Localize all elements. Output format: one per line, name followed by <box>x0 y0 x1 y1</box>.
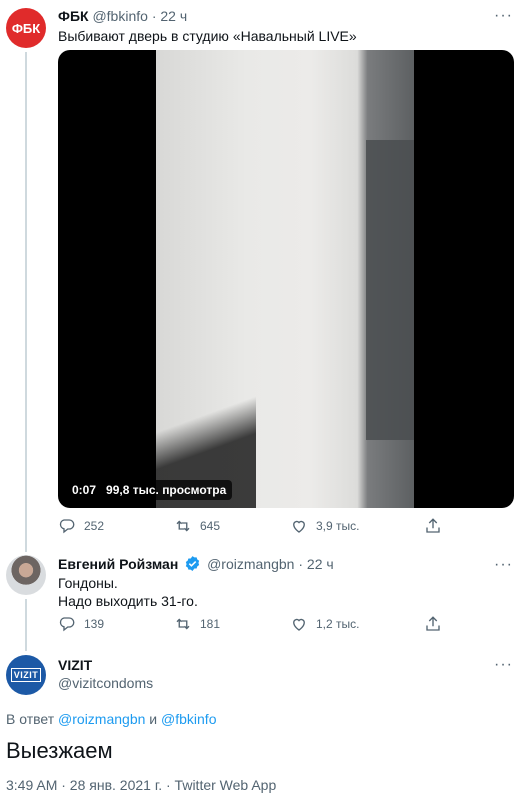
vizit-avatar-text: VIZIT <box>10 668 42 682</box>
reply-and: и <box>149 711 158 727</box>
reply-count: 252 <box>84 519 105 533</box>
video-player[interactable]: 0:07 99,8 тыс. просмотра <box>58 50 514 508</box>
reply-prefix: В ответ <box>6 711 55 727</box>
thread-line <box>25 599 27 651</box>
like-count: 3,9 тыс. <box>316 519 360 533</box>
author-handle[interactable]: @roizmangbn <box>207 556 294 572</box>
thread-line <box>25 52 27 552</box>
video-info-badge: 0:07 99,8 тыс. просмотра <box>66 480 233 500</box>
share-button[interactable] <box>424 615 450 633</box>
fbk-avatar-text: ФБК <box>11 20 41 36</box>
retweet-button[interactable]: 645 <box>174 517 220 535</box>
tweet-roizman[interactable]: Евгений Ройзман @roizmangbn · 22 ч ··· Г… <box>0 545 526 651</box>
retweet-count: 645 <box>200 519 221 533</box>
retweet-button[interactable]: 181 <box>174 615 220 633</box>
roizman-avatar[interactable] <box>6 555 46 595</box>
main-tweet-text: Выезжаем <box>6 738 113 763</box>
like-count: 1,2 тыс. <box>316 617 360 631</box>
more-icon[interactable]: ··· <box>494 8 513 24</box>
reply-icon <box>59 617 75 632</box>
author-handle[interactable]: @vizitcondoms <box>58 675 153 691</box>
author-name[interactable]: ФБК <box>58 8 89 24</box>
reply-button[interactable]: 139 <box>58 615 104 633</box>
tweet-time[interactable]: 22 ч <box>160 8 187 24</box>
separator: · <box>298 556 304 572</box>
tweet-text-line2: Надо выходить 31-го. <box>58 593 198 609</box>
reply-icon <box>59 519 75 534</box>
fbk-avatar[interactable]: ФБК <box>6 8 46 48</box>
author-name[interactable]: Евгений Ройзман <box>58 556 178 572</box>
more-icon[interactable]: ··· <box>494 557 513 573</box>
tweet-text-line1: Гондоны. <box>58 575 118 591</box>
tweet-text: Выбивают дверь в студию «Навальный LIVE» <box>58 28 357 44</box>
share-icon <box>426 518 440 533</box>
tweet-actions: 252 645 3,9 тыс. <box>58 517 458 537</box>
video-views: 99,8 тыс. просмотра <box>106 483 227 497</box>
author-name[interactable]: VIZIT <box>58 657 92 673</box>
video-duration: 0:07 <box>72 483 97 497</box>
tweet-meta[interactable]: 3:49 AM · 28 янв. 2021 г. · Twitter Web … <box>6 777 276 793</box>
reply-count: 139 <box>84 617 105 631</box>
more-icon[interactable]: ··· <box>494 657 513 673</box>
author-handle[interactable]: @fbkinfo <box>92 8 147 24</box>
heart-icon <box>293 618 305 631</box>
reply-user-link[interactable]: @fbkinfo <box>161 711 216 727</box>
tweet-actions: 139 181 1,2 тыс. <box>58 615 458 635</box>
retweet-icon <box>176 520 190 532</box>
share-button[interactable] <box>424 517 450 535</box>
vizit-avatar[interactable]: VIZIT <box>6 655 46 695</box>
tweet-time[interactable]: 22 ч <box>307 556 334 572</box>
like-button[interactable]: 3,9 тыс. <box>290 517 359 535</box>
heart-icon <box>293 520 305 533</box>
reply-user-link[interactable]: @roizmangbn <box>58 711 145 727</box>
separator: · <box>151 8 157 24</box>
reply-button[interactable]: 252 <box>58 517 104 535</box>
tweet-fbk[interactable]: ФБК ФБК @fbkinfo · 22 ч ··· Выбивают две… <box>0 0 526 552</box>
retweet-count: 181 <box>200 617 221 631</box>
share-icon <box>426 616 440 631</box>
verified-badge-icon <box>186 556 200 571</box>
reply-context: В ответ @roizmangbn и @fbkinfo <box>6 711 216 727</box>
video-frame <box>156 50 414 508</box>
retweet-icon <box>176 618 190 630</box>
like-button[interactable]: 1,2 тыс. <box>290 615 359 633</box>
